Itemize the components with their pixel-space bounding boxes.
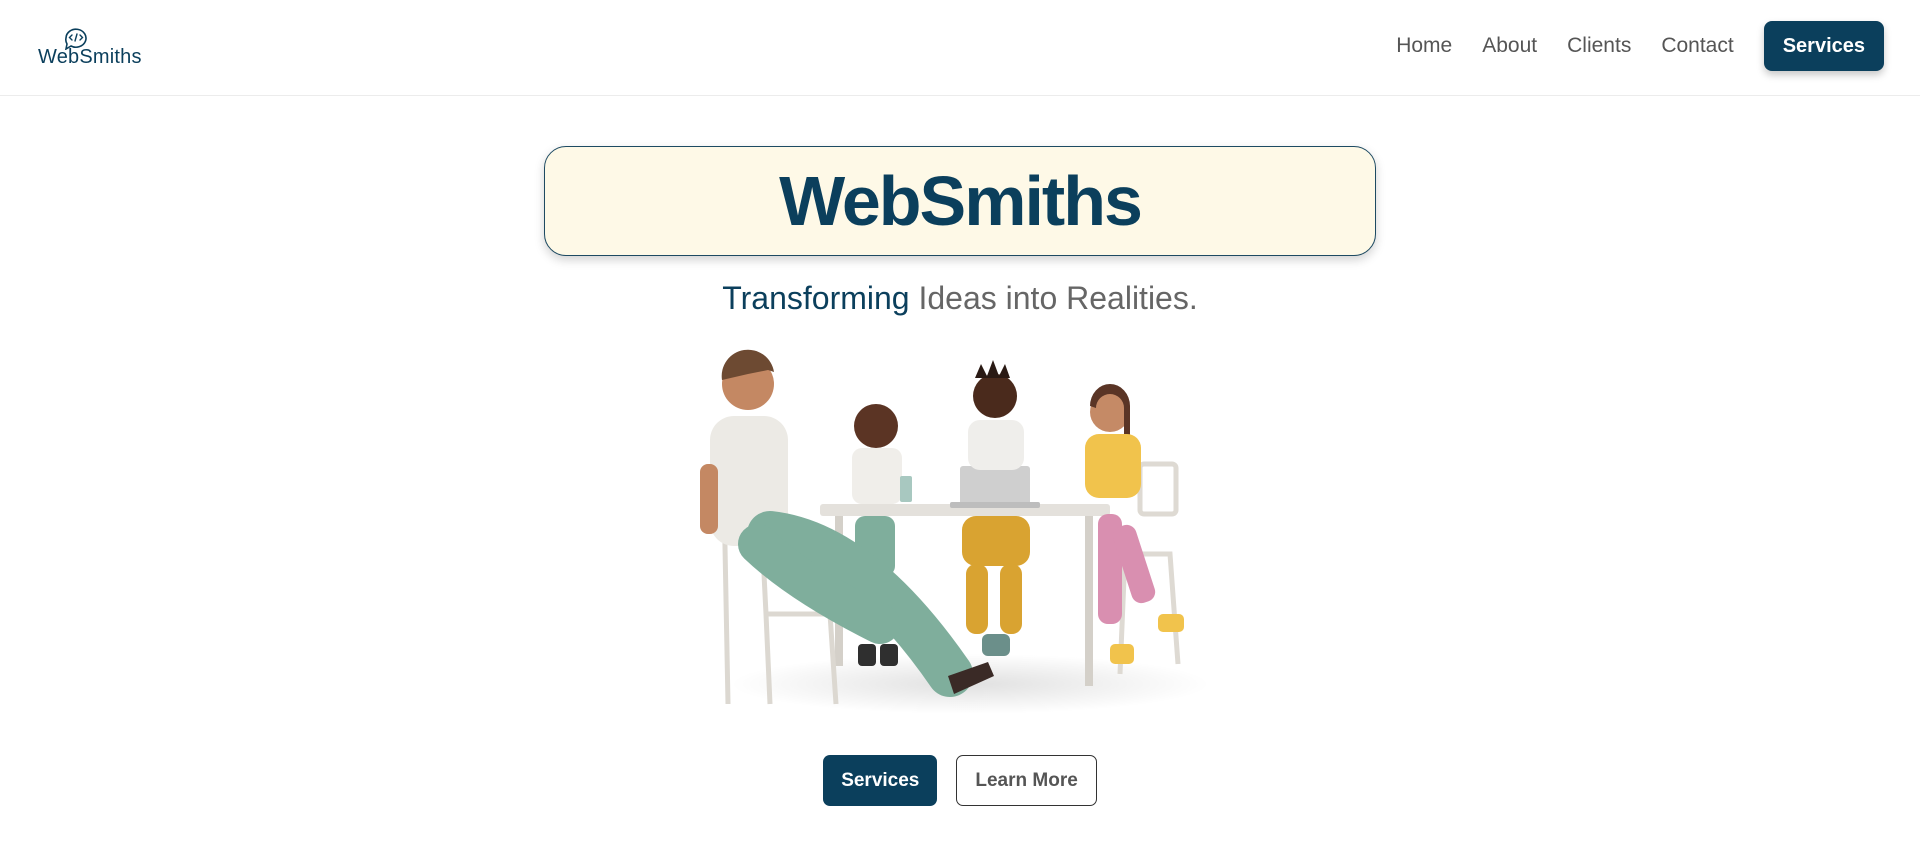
- team-illustration: [700, 349, 1210, 714]
- hero-title-box: WebSmiths: [544, 146, 1376, 256]
- hero-title: WebSmiths: [779, 162, 1143, 240]
- hero-services-button[interactable]: Services: [823, 755, 938, 806]
- nav-clients[interactable]: Clients: [1567, 34, 1631, 58]
- hero-tagline: Transforming Ideas into Realities.: [0, 280, 1920, 317]
- logo-link[interactable]: WebSmiths: [38, 24, 148, 70]
- tagline-accent: Transforming: [722, 280, 910, 316]
- nav-contact[interactable]: Contact: [1661, 34, 1733, 58]
- nav-services-button[interactable]: Services: [1763, 21, 1884, 71]
- tagline-rest: Ideas into Realities.: [909, 280, 1198, 316]
- nav-home[interactable]: Home: [1396, 34, 1452, 58]
- learn-more-button[interactable]: Learn More: [956, 755, 1097, 806]
- logo-text: WebSmiths: [38, 46, 142, 68]
- main-nav: Home About Clients Contact Services: [1396, 21, 1884, 71]
- site-header: WebSmiths Home About Clients Contact Ser…: [0, 0, 1920, 96]
- hero-cta-row: Services Learn More: [0, 755, 1920, 806]
- nav-about[interactable]: About: [1482, 34, 1537, 58]
